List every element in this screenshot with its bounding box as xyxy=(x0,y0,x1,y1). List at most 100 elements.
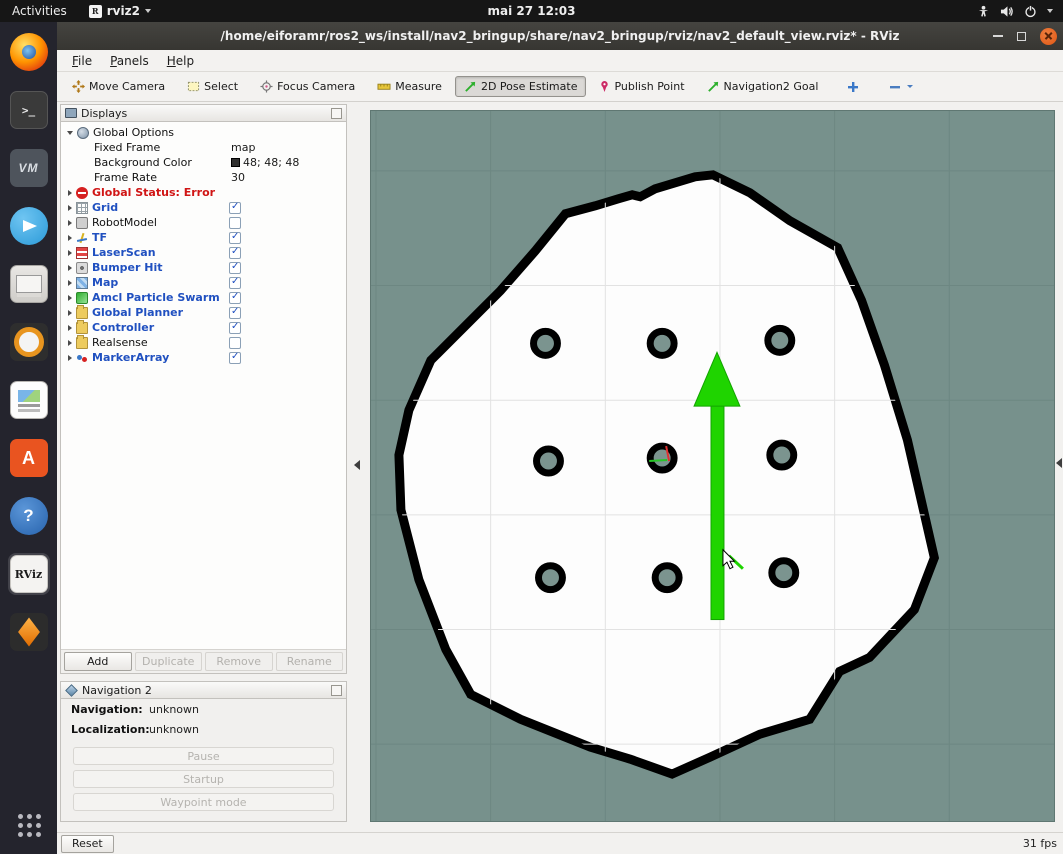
laserscan-icon xyxy=(76,247,88,259)
display-checkbox[interactable] xyxy=(229,337,241,349)
activities-button[interactable]: Activities xyxy=(0,0,79,22)
panel-collapse-right-icon[interactable] xyxy=(1056,458,1062,468)
rename-button[interactable]: Rename xyxy=(276,652,344,671)
duplicate-button[interactable]: Duplicate xyxy=(135,652,203,671)
fps-counter: 31 fps xyxy=(1023,837,1057,850)
dock-item-software-store[interactable]: A xyxy=(8,437,50,479)
dock-item-media-player[interactable] xyxy=(8,321,50,363)
property-value[interactable]: map xyxy=(231,141,255,154)
menu-panels[interactable]: Panels xyxy=(101,52,158,70)
tree-row-realsense[interactable]: Realsense xyxy=(61,335,346,350)
dock-item-firefox[interactable] xyxy=(8,31,50,73)
viewport-canvas[interactable] xyxy=(371,111,1054,821)
remove-tool-button[interactable] xyxy=(883,77,919,97)
property-label: Frame Rate xyxy=(94,171,157,184)
display-checkbox[interactable] xyxy=(229,202,241,214)
pause-button[interactable]: Pause xyxy=(73,747,334,765)
expand-icon[interactable] xyxy=(68,250,72,256)
tree-row-markerarray[interactable]: MarkerArray xyxy=(61,350,346,365)
close-button[interactable] xyxy=(1040,28,1057,45)
dock-item-files[interactable] xyxy=(8,263,50,305)
add-button[interactable]: Add xyxy=(64,652,132,671)
display-checkbox[interactable] xyxy=(229,262,241,274)
expand-icon[interactable] xyxy=(68,295,72,301)
tree-row-background-color[interactable]: Background Color 48; 48; 48 xyxy=(61,155,346,170)
window-titlebar[interactable]: /home/eiforamr/ros2_ws/install/nav2_brin… xyxy=(57,22,1063,50)
tool-focus-camera[interactable]: Focus Camera xyxy=(251,76,364,97)
system-tray[interactable] xyxy=(977,0,1063,22)
display-checkbox[interactable] xyxy=(229,322,241,334)
remove-button[interactable]: Remove xyxy=(205,652,273,671)
dock-item-rviz[interactable]: RViz xyxy=(8,553,50,595)
clock[interactable]: mai 27 12:03 xyxy=(488,4,576,18)
tree-row-controller[interactable]: Controller xyxy=(61,320,346,335)
expand-icon[interactable] xyxy=(68,325,72,331)
minimize-button[interactable] xyxy=(993,35,1003,37)
tree-label: Map xyxy=(92,276,118,289)
display-checkbox[interactable] xyxy=(229,352,241,364)
tree-row-grid[interactable]: Grid xyxy=(61,200,346,215)
tool-move-camera[interactable]: Move Camera xyxy=(63,76,174,97)
app-menu[interactable]: R rviz2 xyxy=(79,0,161,22)
tool-2d-pose-estimate[interactable]: 2D Pose Estimate xyxy=(455,76,587,97)
tree-row-global-planner[interactable]: Global Planner xyxy=(61,305,346,320)
tree-row-frame-rate[interactable]: Frame Rate 30 xyxy=(61,170,346,185)
display-checkbox[interactable] xyxy=(229,292,241,304)
dock-item-builder[interactable] xyxy=(8,611,50,653)
tree-row-laserscan[interactable]: LaserScan xyxy=(61,245,346,260)
expand-icon[interactable] xyxy=(68,235,72,241)
menu-help[interactable]: Help xyxy=(158,52,203,70)
displays-tree[interactable]: Global Options Fixed Frame map Backgroun… xyxy=(61,122,346,649)
dock-item-vmware[interactable]: VM xyxy=(8,147,50,189)
tree-row-robotmodel[interactable]: RobotModel xyxy=(61,215,346,230)
maximize-button[interactable] xyxy=(1017,32,1026,41)
collapse-icon[interactable] xyxy=(67,131,73,135)
tool-measure[interactable]: Measure xyxy=(368,76,451,97)
display-checkbox[interactable] xyxy=(229,277,241,289)
menu-file[interactable]: File xyxy=(63,52,101,70)
tree-row-bumper-hit[interactable]: Bumper Hit xyxy=(61,260,346,275)
displays-panel-header[interactable]: Displays xyxy=(61,105,346,122)
tree-row-global-status[interactable]: Global Status: Error xyxy=(61,185,346,200)
display-checkbox[interactable] xyxy=(229,307,241,319)
panel-collapse-left-icon[interactable] xyxy=(354,460,360,470)
panel-float-button[interactable] xyxy=(331,108,342,119)
show-applications-button[interactable] xyxy=(8,804,50,846)
reset-button[interactable]: Reset xyxy=(61,835,114,853)
dock-item-document-viewer[interactable] xyxy=(8,379,50,421)
add-tool-button[interactable] xyxy=(841,77,865,97)
tool-navigation2-goal[interactable]: Navigation2 Goal xyxy=(698,76,828,97)
expand-icon[interactable] xyxy=(68,355,72,361)
panel-float-button[interactable] xyxy=(331,685,342,696)
dock: >_ VM A ? RViz xyxy=(0,22,57,854)
expand-icon[interactable] xyxy=(68,205,72,211)
tree-row-tf[interactable]: TF xyxy=(61,230,346,245)
tree-row-map[interactable]: Map xyxy=(61,275,346,290)
tree-row-amcl-particle-swarm[interactable]: Amcl Particle Swarm xyxy=(61,290,346,305)
expand-icon[interactable] xyxy=(68,310,72,316)
display-checkbox[interactable] xyxy=(229,247,241,259)
expand-icon[interactable] xyxy=(68,340,72,346)
tree-label: Bumper Hit xyxy=(92,261,163,274)
dock-item-terminal[interactable]: >_ xyxy=(8,89,50,131)
tree-row-fixed-frame[interactable]: Fixed Frame map xyxy=(61,140,346,155)
tool-select[interactable]: Select xyxy=(178,76,247,97)
dock-item-messenger[interactable] xyxy=(8,205,50,247)
expand-icon[interactable] xyxy=(68,220,72,226)
tree-row-global-options[interactable]: Global Options xyxy=(61,125,346,140)
document-viewer-icon xyxy=(10,381,48,419)
render-view[interactable] xyxy=(370,110,1055,822)
display-checkbox[interactable] xyxy=(229,232,241,244)
dock-item-help[interactable]: ? xyxy=(8,495,50,537)
expand-icon[interactable] xyxy=(68,190,72,196)
property-value[interactable]: 48; 48; 48 xyxy=(231,156,299,169)
expand-icon[interactable] xyxy=(68,265,72,271)
expand-icon[interactable] xyxy=(68,280,72,286)
property-value[interactable]: 30 xyxy=(231,171,245,184)
tree-label: Global Options xyxy=(93,126,174,139)
tool-publish-point[interactable]: Publish Point xyxy=(590,76,693,97)
display-checkbox[interactable] xyxy=(229,217,241,229)
startup-button[interactable]: Startup xyxy=(73,770,334,788)
waypoint-mode-button[interactable]: Waypoint mode xyxy=(73,793,334,811)
navigation2-panel-header[interactable]: Navigation 2 xyxy=(61,682,346,699)
